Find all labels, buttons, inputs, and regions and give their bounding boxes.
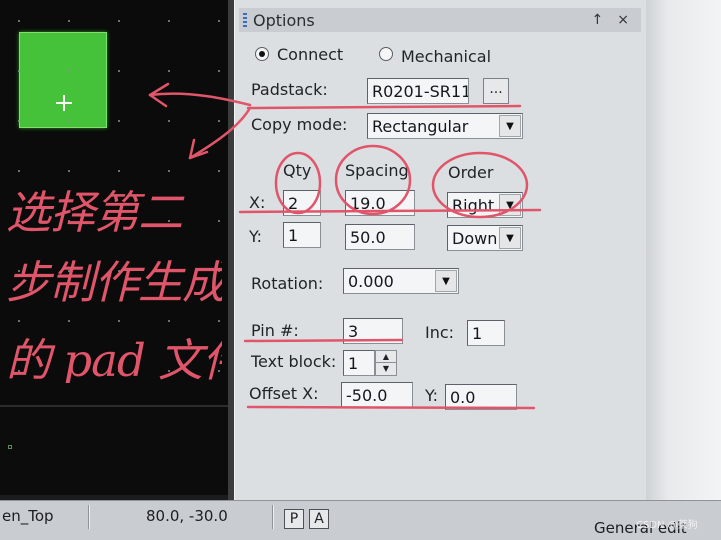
grid-dot	[118, 20, 120, 22]
pin-field[interactable]: 3	[343, 318, 403, 344]
rotation-label: Rotation:	[251, 274, 324, 293]
connect-radio[interactable]	[255, 47, 269, 61]
cursor-coordinates: 80.0, -30.0	[146, 507, 228, 525]
grid-dot	[168, 20, 170, 22]
grid-dot	[18, 170, 20, 172]
grid-dot	[218, 20, 220, 22]
a-button[interactable]: A	[309, 509, 329, 529]
text-block-label: Text block:	[251, 352, 337, 371]
p-button[interactable]: P	[284, 509, 304, 529]
grid-dot	[218, 120, 220, 122]
grid-dot	[118, 320, 120, 322]
chevron-down-icon[interactable]: ▼	[499, 115, 521, 137]
grid-dot	[18, 70, 20, 72]
y-qty-field[interactable]: 1	[283, 222, 321, 248]
handwritten-note-line-3: 的 pad 文件	[6, 338, 222, 383]
x-order-select[interactable]: Right ▼	[447, 192, 523, 218]
copy-mode-label: Copy mode:	[251, 115, 348, 134]
y-spacing-field[interactable]: 50.0	[345, 224, 415, 250]
pad-origin-cross-icon	[56, 95, 72, 111]
order-header: Order	[448, 163, 494, 182]
close-icon[interactable]: ×	[617, 12, 629, 28]
rotation-value: 0.000	[348, 272, 394, 291]
grid-dot	[168, 70, 170, 72]
text-block-field[interactable]: 1	[343, 350, 375, 376]
options-panel: Options ↑ × Connect Mechanical Padstack:…	[234, 0, 646, 500]
grid-dot	[118, 170, 120, 172]
x-order-value: Right	[452, 196, 495, 215]
grid-dot	[218, 170, 220, 172]
background-edge	[646, 0, 721, 500]
offset-x-label: Offset X:	[249, 384, 319, 403]
x-qty-field[interactable]: 2	[283, 190, 321, 216]
status-separator	[272, 505, 274, 529]
rotation-select[interactable]: 0.000 ▼	[343, 268, 459, 294]
active-layer: en_Top	[2, 507, 54, 525]
spin-down-icon[interactable]: ▼	[376, 363, 396, 375]
grid-dot	[218, 320, 220, 322]
grid-dot	[68, 70, 70, 72]
inc-field[interactable]: 1	[467, 320, 505, 346]
text-block-stepper[interactable]: ▲ ▼	[375, 350, 397, 376]
grid-dot	[68, 120, 70, 122]
copy-mode-select[interactable]: Rectangular ▼	[367, 113, 523, 139]
y-order-select[interactable]: Down ▼	[447, 225, 523, 251]
grid-dot	[68, 170, 70, 172]
offset-y-label: Y:	[425, 386, 439, 405]
x-spacing-field[interactable]: 19.0	[345, 190, 415, 216]
chevron-down-icon[interactable]: ▼	[435, 270, 457, 292]
offset-y-field[interactable]: 0.0	[445, 384, 517, 410]
x-label: X:	[249, 193, 266, 212]
padstack-field[interactable]: R0201-SR11F	[367, 78, 469, 104]
grid-dot	[18, 120, 20, 122]
grip-icon[interactable]	[243, 13, 247, 27]
status-bar: en_Top 80.0, -30.0 P A General edit	[0, 500, 721, 540]
qty-header: Qty	[283, 161, 312, 180]
grid-dot	[118, 120, 120, 122]
view-marker-icon	[8, 445, 12, 449]
padstack-label: Padstack:	[251, 80, 328, 99]
y-order-value: Down	[452, 229, 498, 248]
grid-dot	[168, 320, 170, 322]
handwritten-note-line-1: 选择第二	[6, 190, 183, 235]
offset-x-field[interactable]: -50.0	[341, 382, 413, 408]
chevron-down-icon[interactable]: ▼	[499, 194, 521, 216]
grid-dot	[118, 70, 120, 72]
grid-dot	[18, 20, 20, 22]
grid-dot	[68, 20, 70, 22]
grid-dot	[168, 170, 170, 172]
spin-up-icon[interactable]: ▲	[376, 351, 396, 363]
mechanical-label: Mechanical	[401, 47, 492, 66]
options-title-bar[interactable]: Options ↑ ×	[239, 8, 641, 32]
handwritten-note-line-2: 步制作生成	[6, 260, 222, 305]
design-canvas[interactable]: 选择第二 步制作生成 的 pad 文件	[0, 0, 228, 405]
padstack-browse-button[interactable]: ...	[483, 78, 509, 104]
pin-label: Pin #:	[251, 321, 299, 340]
copy-mode-value: Rectangular	[372, 117, 469, 136]
options-title: Options	[253, 10, 315, 30]
pad-shape[interactable]	[19, 32, 107, 128]
y-label: Y:	[249, 227, 263, 246]
connect-label: Connect	[277, 45, 344, 64]
mechanical-radio[interactable]	[379, 47, 393, 61]
pin-icon[interactable]: ↑	[592, 12, 604, 28]
grid-dot	[218, 70, 220, 72]
world-view-pane[interactable]	[0, 405, 228, 495]
grid-dot	[68, 320, 70, 322]
chevron-down-icon[interactable]: ▼	[499, 227, 521, 249]
spacing-header: Spacing	[345, 161, 409, 180]
watermark: CSDN @莱狗	[636, 520, 698, 531]
status-separator	[88, 505, 90, 529]
grid-dot	[168, 120, 170, 122]
grid-dot	[18, 320, 20, 322]
inc-label: Inc:	[425, 323, 455, 342]
